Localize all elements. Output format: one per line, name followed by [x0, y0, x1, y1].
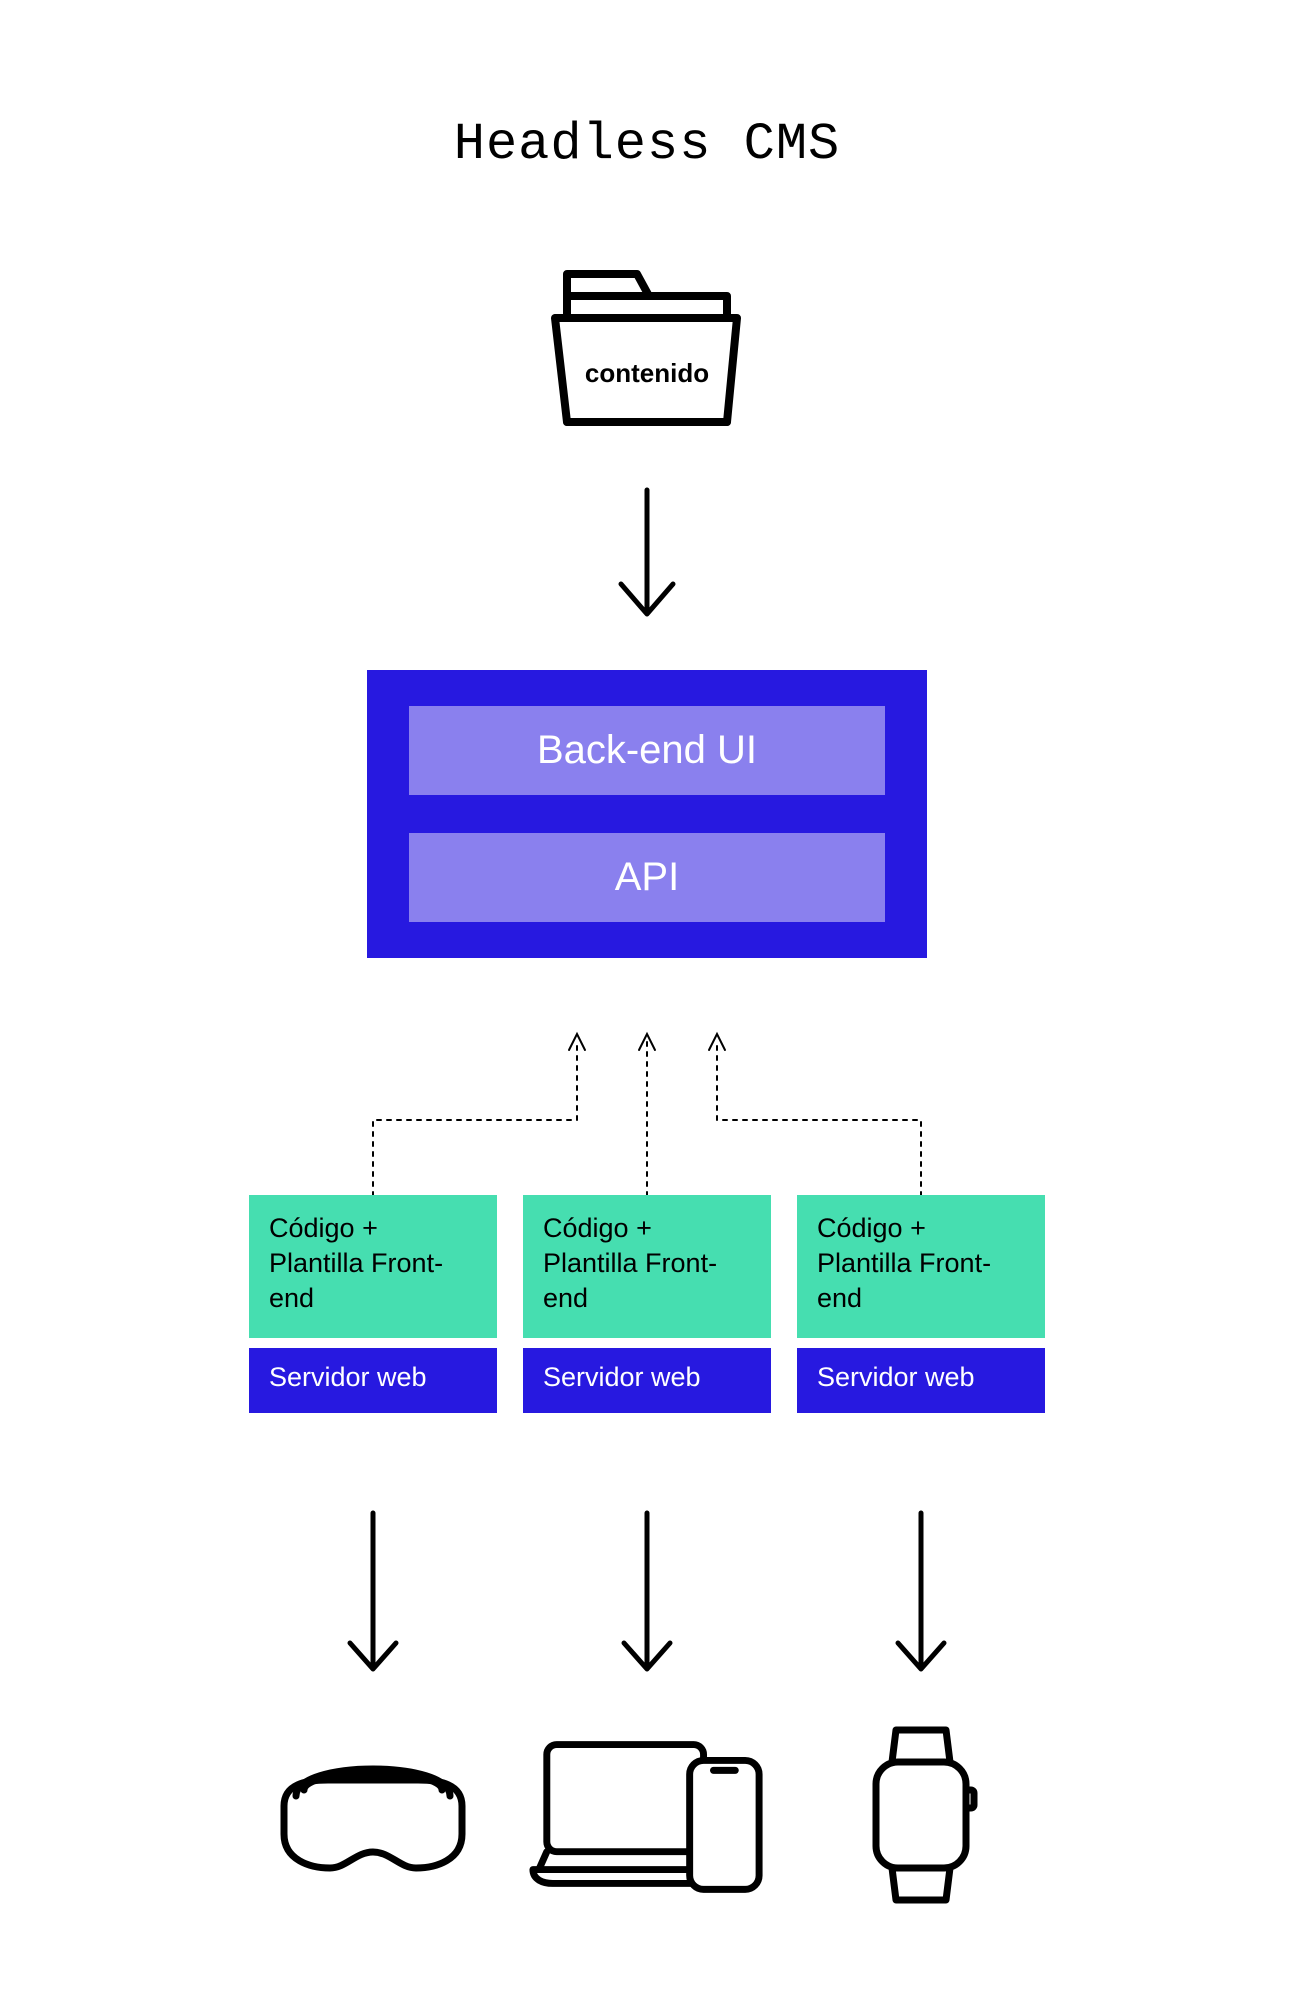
web-server-box: Servidor web: [249, 1348, 497, 1413]
arrow-down-icon: [607, 480, 687, 635]
folder-icon: [537, 260, 757, 445]
web-server-box: Servidor web: [797, 1348, 1045, 1413]
channel-column: Código + Plantilla Front-end Servidor we…: [249, 1195, 497, 1413]
arrow-down-icon: [797, 1505, 1045, 1685]
devices-row: [249, 1720, 1045, 1910]
api-box: API: [409, 833, 885, 922]
channel-column: Código + Plantilla Front-end Servidor we…: [523, 1195, 771, 1413]
frontend-code-box: Código + Plantilla Front-end: [797, 1195, 1045, 1338]
frontend-code-box: Código + Plantilla Front-end: [523, 1195, 771, 1338]
down-arrows-row: [249, 1505, 1045, 1685]
backend-container: Back-end UI API: [367, 670, 927, 958]
smartwatch-icon: [797, 1720, 1045, 1910]
arrow-down-icon: [523, 1505, 771, 1685]
channels-row: Código + Plantilla Front-end Servidor we…: [249, 1195, 1045, 1413]
arrow-down-icon: [249, 1505, 497, 1685]
frontend-code-box: Código + Plantilla Front-end: [249, 1195, 497, 1338]
diagram-title: Headless CMS: [0, 115, 1294, 174]
dotted-connector-icon: [247, 1010, 1047, 1205]
channel-column: Código + Plantilla Front-end Servidor we…: [797, 1195, 1045, 1413]
web-server-box: Servidor web: [523, 1348, 771, 1413]
laptop-phone-icon: [523, 1720, 771, 1910]
folder-label: contenido: [585, 358, 709, 389]
backend-ui-box: Back-end UI: [409, 706, 885, 795]
vr-headset-icon: [249, 1720, 497, 1910]
